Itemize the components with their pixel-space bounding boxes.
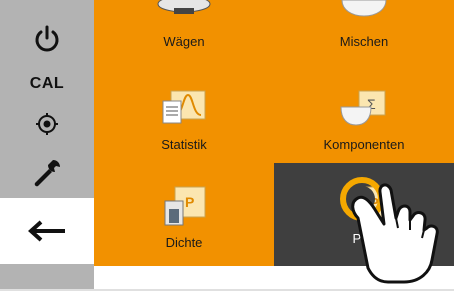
wrench-icon xyxy=(34,160,60,187)
back-button[interactable] xyxy=(0,198,94,264)
settings-button[interactable] xyxy=(0,150,94,196)
target-button[interactable] xyxy=(0,104,94,144)
tile-komponenten[interactable]: Σ Komponenten xyxy=(274,75,454,163)
tile-mischen[interactable]: Mischen xyxy=(274,0,454,75)
tile-statistik[interactable]: Statistik xyxy=(94,75,274,163)
power-icon xyxy=(35,25,59,52)
arrow-left-icon xyxy=(28,220,65,242)
power-button[interactable] xyxy=(0,14,94,64)
hand-pointer-icon xyxy=(351,183,439,284)
components-icon: Σ xyxy=(337,85,391,129)
sidebar: CAL xyxy=(0,0,94,289)
tile-label: Mischen xyxy=(339,34,389,49)
scale-icon xyxy=(154,0,214,18)
function-grid: Wägen Mischen Statistik Σ Komponenten P … xyxy=(94,0,454,284)
tile-label: Komponenten xyxy=(323,137,405,152)
tile-label: Statistik xyxy=(161,137,207,152)
tile-waegen[interactable]: Wägen xyxy=(94,0,274,75)
tile-dichte[interactable]: P Dichte xyxy=(94,163,274,266)
calibration-button[interactable]: CAL xyxy=(0,64,94,104)
screen: CAL Wägen Mischen Statistik Σ Komponente… xyxy=(0,0,454,291)
density-icon: P xyxy=(159,183,209,229)
svg-text:P: P xyxy=(185,194,194,210)
mixing-bowl-icon xyxy=(334,0,394,18)
cal-label: CAL xyxy=(29,75,65,92)
tile-label: Wägen xyxy=(163,34,205,49)
statistics-icon xyxy=(159,85,209,129)
tile-label: Dichte xyxy=(165,235,203,250)
target-icon xyxy=(36,113,58,135)
